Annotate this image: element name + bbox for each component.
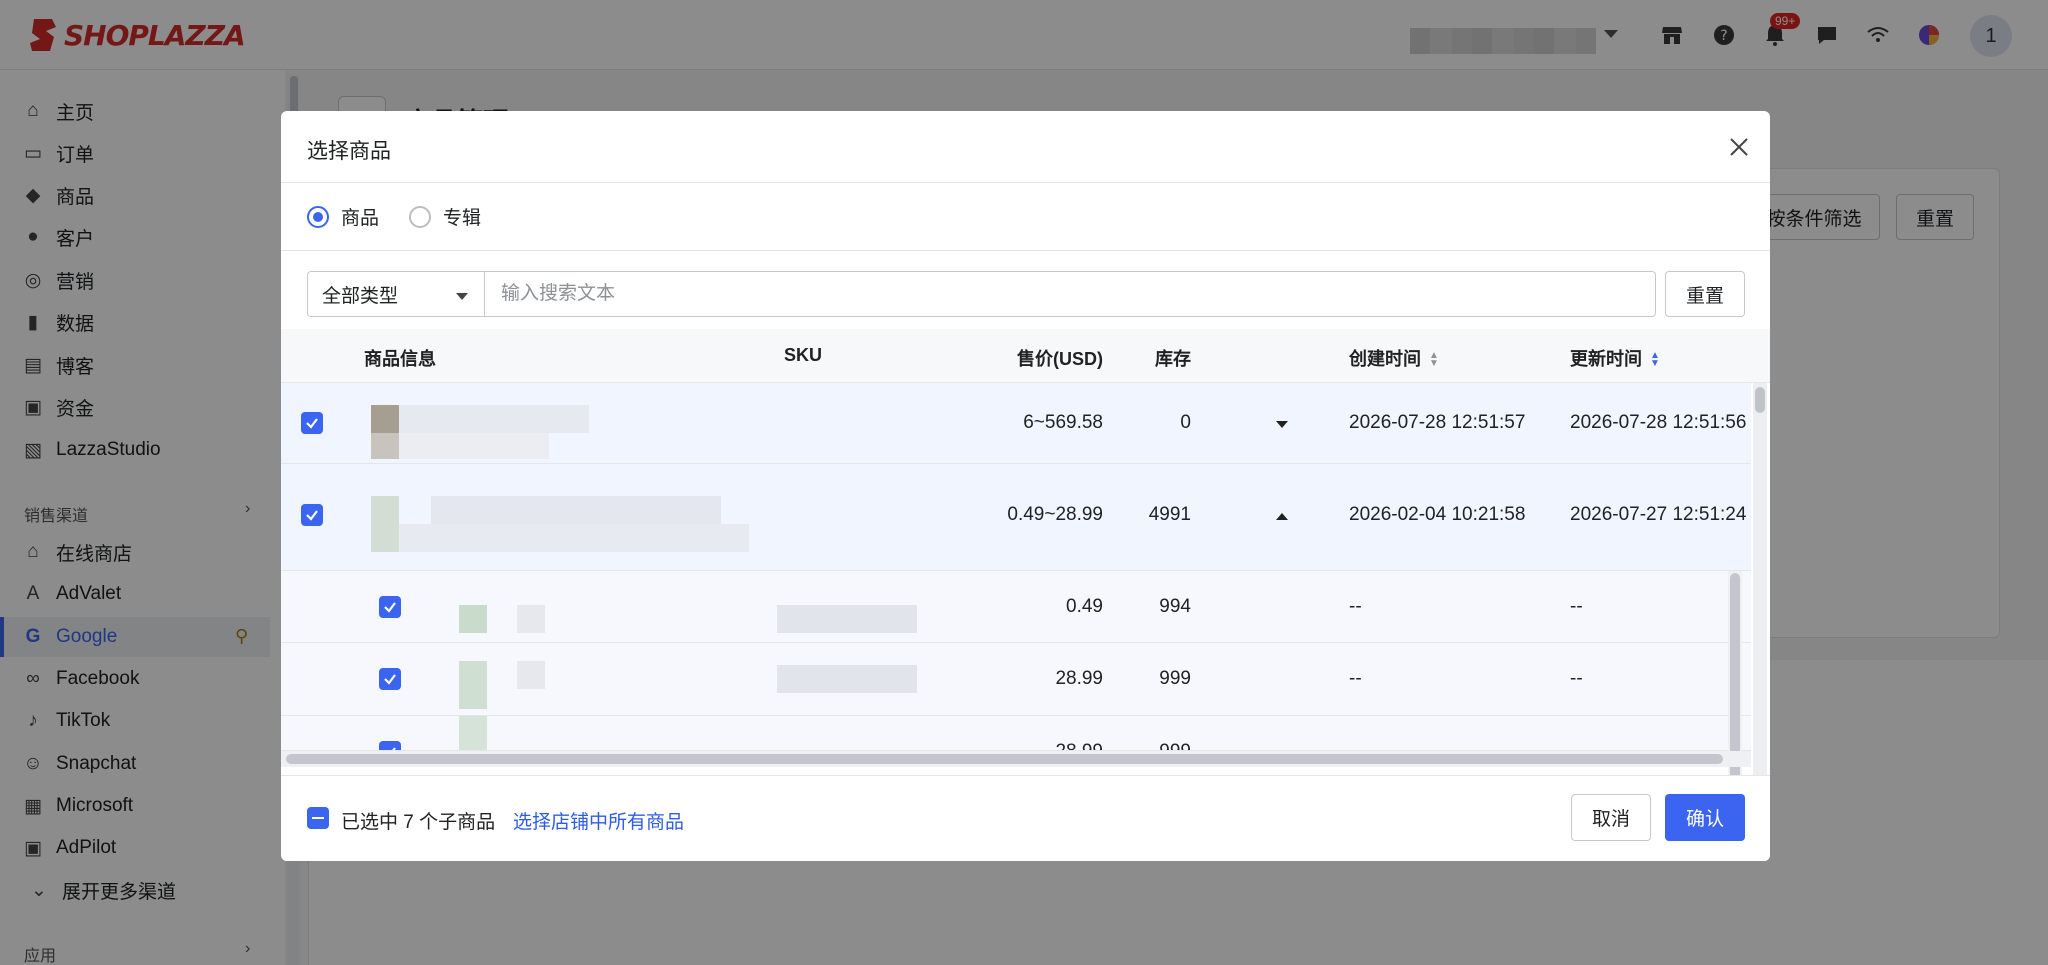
radio-collection-label[interactable]: 专辑 [443,203,481,230]
variant-row[interactable]: 28.99 999 -- -- [281,716,1751,751]
variant-checkbox[interactable] [379,596,401,618]
row-checkbox[interactable] [301,504,323,526]
divider [281,250,1770,251]
expand-down-icon[interactable] [1276,421,1288,428]
product-name-blurred [399,433,549,459]
variant-checkbox[interactable] [379,741,401,750]
modal-footer [281,775,1770,861]
updated-time: 2026-07-28 12:51:56 [1570,412,1747,433]
row-checkbox[interactable] [301,412,323,434]
created-time: -- [1349,668,1362,689]
modal-header: 选择商品 [281,111,1770,183]
select-product-modal: 选择商品 商品 专辑 全部类型 重置 商品信息 SKU 售价(USD) 库存 创… [281,111,1770,861]
radio-product-label[interactable]: 商品 [341,203,379,230]
confirm-button[interactable]: 确认 [1665,794,1745,841]
expand-up-icon[interactable] [1276,513,1288,520]
scope-radio-group: 商品 专辑 [307,203,511,230]
product-thumbnail [371,405,399,433]
modal-title: 选择商品 [307,140,391,163]
stock-value: 999 [1159,668,1191,689]
search-input[interactable] [485,271,1656,317]
column-header-updated-label: 更新时间 [1570,349,1642,369]
created-time: -- [1349,596,1362,617]
price-value: 0.49~28.99 [1007,504,1103,525]
stock-value: 994 [1159,596,1191,617]
column-header-product-info: 商品信息 [364,349,436,369]
product-name-blurred [431,496,721,524]
variant-name-blurred [517,605,545,633]
column-header-created-label: 创建时间 [1349,349,1421,369]
sort-icon[interactable]: ▲ ▼ [1650,351,1660,369]
created-time: 2026-02-04 10:21:58 [1349,504,1526,525]
variant-thumbnail [459,661,487,709]
cancel-button[interactable]: 取消 [1571,794,1651,841]
column-header-stock: 库存 [1155,349,1191,369]
created-time: 2026-07-28 12:51:57 [1349,412,1526,433]
price-value: 6~569.58 [1023,412,1103,433]
created-time: -- [1349,741,1362,750]
variant-checkbox[interactable] [379,668,401,690]
updated-time: -- [1570,668,1583,689]
selected-count-text: 已选中 7 个子商品 [341,812,496,833]
type-select-value: 全部类型 [322,285,399,307]
table-horizontal-scrollbar-thumb[interactable] [286,754,1723,764]
product-thumbnail [371,433,399,459]
product-name-blurred [399,524,749,552]
column-header-updated[interactable]: 更新时间 ▲ ▼ [1570,345,1660,371]
column-header-sku: SKU [784,345,823,365]
select-all-checkbox[interactable] [307,807,329,829]
stock-value: 4991 [1148,504,1191,525]
radio-product[interactable] [307,205,329,228]
variant-name-blurred [517,661,545,689]
sku-blurred [777,605,917,633]
stock-value: 999 [1101,741,1191,750]
sort-icon[interactable]: ▲ ▼ [1429,351,1439,369]
table-row[interactable]: 6~569.58 0 2026-07-28 12:51:57 2026-07-2… [281,383,1751,464]
variant-row[interactable]: 28.99 999 -- -- [281,643,1751,716]
price-value: 28.99 [961,741,1103,750]
table-vertical-scrollbar-thumb[interactable] [1755,387,1765,413]
product-name-blurred [399,405,589,433]
product-thumbnail [371,496,399,552]
variant-thumbnail [459,605,487,633]
variant-row[interactable]: 0.49 994 -- -- [281,571,1751,643]
price-value: 0.49 [1066,596,1103,617]
updated-time: -- [1570,741,1583,750]
modal-reset-button[interactable]: 重置 [1665,271,1745,317]
price-value: 28.99 [1055,668,1103,689]
sku-blurred [777,665,917,693]
updated-time: -- [1570,596,1583,617]
chevron-down-icon[interactable] [456,293,468,300]
stock-value: 0 [1180,412,1191,433]
variant-thumbnail [459,716,487,750]
updated-time: 2026-07-27 12:51:24 [1570,504,1747,525]
column-header-price: 售价(USD) [1017,349,1103,369]
radio-collection[interactable] [409,205,432,228]
select-all-store-products-link[interactable]: 选择店铺中所有商品 [513,807,684,834]
table-header: 商品信息 SKU 售价(USD) 库存 创建时间 ▲ ▼ 更新时间 ▲ ▼ [281,329,1770,383]
column-header-created[interactable]: 创建时间 ▲ ▼ [1349,345,1439,371]
close-icon[interactable] [1722,130,1756,164]
table-row[interactable]: 0.49~28.99 4991 2026-02-04 10:21:58 2026… [281,464,1751,571]
